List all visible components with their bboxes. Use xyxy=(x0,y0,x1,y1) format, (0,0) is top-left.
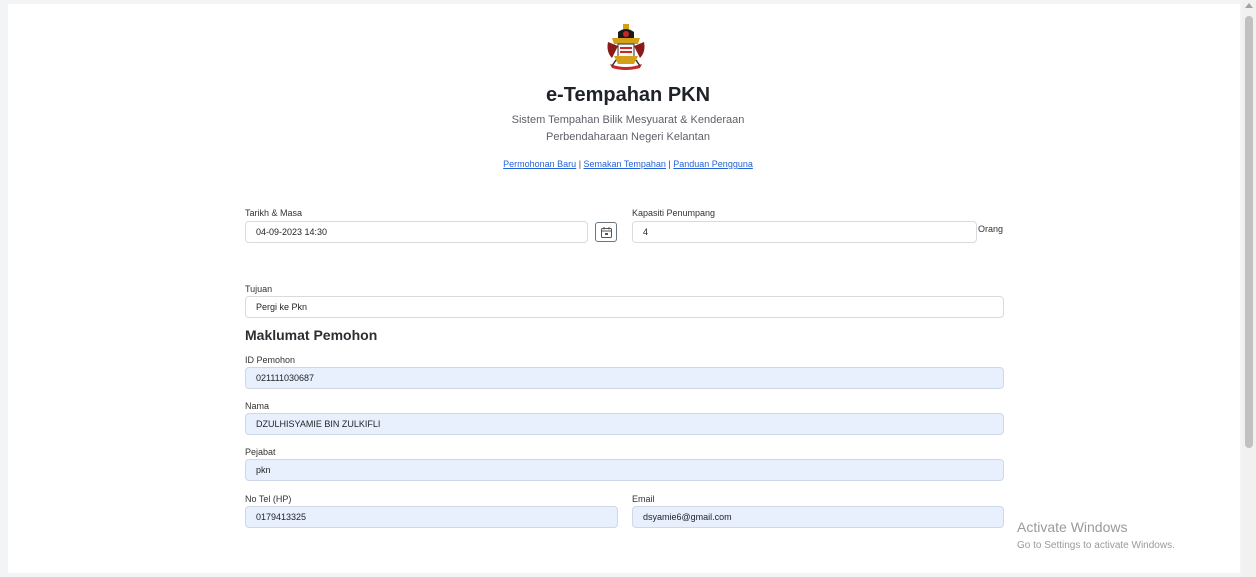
capacity-label: Kapasiti Penumpang xyxy=(632,208,716,218)
applicant-section-title: Maklumat Pemohon xyxy=(245,327,378,343)
email-label: Email xyxy=(632,494,655,504)
activate-windows-subtitle: Go to Settings to activate Windows. xyxy=(1017,540,1175,551)
name-field[interactable]: DZULHISYAMIE BIN ZULKIFLI xyxy=(245,413,1004,435)
page-subtitle-line2: Perbendaharaan Negeri Kelantan xyxy=(546,131,710,143)
calendar-button[interactable] xyxy=(595,222,617,242)
top-nav-links: Permohonan Baru | Semakan Tempahan | Pan… xyxy=(0,159,1256,169)
phone-label: No Tel (HP) xyxy=(245,494,292,504)
office-field[interactable]: pkn xyxy=(245,459,1004,481)
datetime-input[interactable]: 04-09-2023 14:30 xyxy=(245,221,588,243)
state-crest-icon xyxy=(607,24,645,70)
scroll-up-icon[interactable] xyxy=(1245,3,1253,8)
phone-field[interactable]: 0179413325 xyxy=(245,506,618,528)
user-guide-link[interactable]: Panduan Pengguna xyxy=(673,159,753,169)
name-label: Nama xyxy=(245,401,270,411)
applicant-id-label: ID Pemohon xyxy=(245,355,296,365)
office-label: Pejabat xyxy=(245,447,276,457)
scrollbar-thumb[interactable] xyxy=(1245,16,1253,448)
nav-separator: | xyxy=(576,159,584,169)
email-field[interactable]: dsyamie6@gmail.com xyxy=(632,506,1004,528)
datetime-label: Tarikh & Masa xyxy=(245,208,303,218)
page-title: e-Tempahan PKN xyxy=(545,84,711,106)
new-application-link[interactable]: Permohonan Baru xyxy=(503,159,576,169)
capacity-unit: Orang xyxy=(978,224,1004,234)
check-booking-link[interactable]: Semakan Tempahan xyxy=(584,159,666,169)
capacity-input[interactable]: 4 xyxy=(632,221,977,243)
calendar-icon xyxy=(601,227,612,238)
activate-windows-title: Activate Windows xyxy=(1017,519,1128,535)
destination-label: Tujuan xyxy=(245,284,273,294)
page-subtitle-line1: Sistem Tempahan Bilik Mesyuarat & Kender… xyxy=(511,114,745,126)
applicant-id-field[interactable]: 021111030687 xyxy=(245,367,1004,389)
destination-input[interactable]: Pergi ke Pkn xyxy=(245,296,1004,318)
